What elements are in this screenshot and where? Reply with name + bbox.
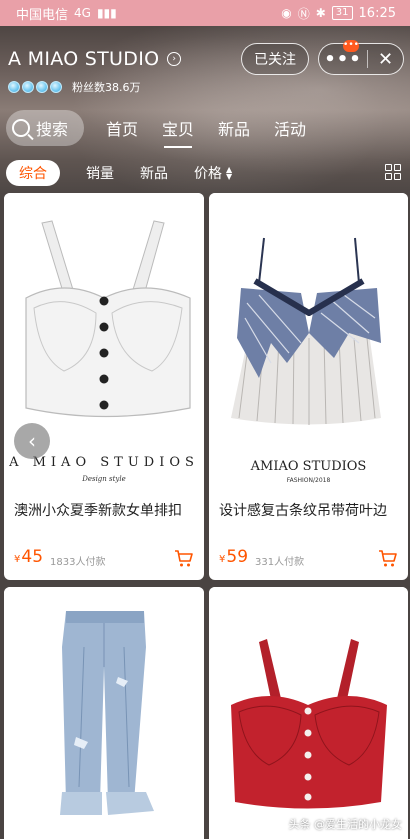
tab-products[interactable]: 宝贝 <box>162 116 194 148</box>
sold-count: 331人付款 <box>255 557 305 568</box>
tab-new[interactable]: 新品 <box>218 116 250 140</box>
filter-price[interactable]: 价格 ▲ ▼ <box>194 163 232 183</box>
diamond-icon <box>36 81 48 93</box>
previous-button[interactable]: ‹ <box>14 423 50 459</box>
brand-subtitle: Design style <box>82 475 126 483</box>
product-card[interactable] <box>209 587 408 839</box>
filter-bar: 综合 销量 新品 价格 ▲ ▼ <box>0 158 410 188</box>
tab-home[interactable]: 首页 <box>106 116 138 140</box>
currency-symbol: ¥ <box>219 554 226 565</box>
product-price: ¥ 59 <box>219 547 248 567</box>
store-name: A MIAO STUDIO <box>8 48 160 70</box>
status-bar: 中国电信 4G ▮▮▮ ◉ Ⓝ ✱ 31 16:25 <box>0 0 410 26</box>
network-label: 4G <box>74 6 91 20</box>
filter-new-label: 新品 <box>140 166 168 182</box>
signal-icon: ▮▮▮ <box>96 6 117 20</box>
cart-icon[interactable] <box>174 548 194 568</box>
filter-sales-label: 销量 <box>86 166 114 182</box>
search-button[interactable]: 搜索 <box>6 110 84 146</box>
grid-view-icon[interactable] <box>385 164 401 180</box>
diamond-icon <box>22 81 34 93</box>
more-button[interactable]: ••• <box>319 49 367 70</box>
diamond-icon <box>8 81 20 93</box>
product-image <box>4 587 204 839</box>
product-title: 澳洲小众夏季新款女单排扣 <box>14 503 182 519</box>
follow-button[interactable]: 已关注 <box>241 43 309 75</box>
product-image <box>209 193 408 493</box>
store-name-link[interactable]: A MIAO STUDIO › <box>8 48 182 70</box>
search-icon <box>12 119 30 137</box>
carrier-label: 中国电信 <box>16 7 69 23</box>
product-title: 设计感复古条纹吊带荷叶边 <box>219 503 387 519</box>
notification-badge: ••• <box>343 40 359 52</box>
sort-arrows-icon: ▲ ▼ <box>226 165 233 181</box>
bluetooth-icon: ✱ <box>315 6 326 20</box>
price-value: 45 <box>21 547 44 567</box>
clock: 16:25 <box>358 5 396 21</box>
watermark: 头条 @爱生活的小龙女 <box>266 816 403 832</box>
store-tabs: 搜索 首页 宝贝 新品 活动 <box>0 108 410 148</box>
cart-icon[interactable] <box>378 548 398 568</box>
close-button[interactable]: ✕ <box>368 49 403 70</box>
filter-new[interactable]: 新品 <box>140 163 168 183</box>
toutiao-logo-icon <box>266 817 285 831</box>
capsule-menu: ••• ✕ <box>318 43 404 75</box>
battery-icon: 31 <box>331 6 353 20</box>
eye-icon: ◉ <box>281 6 292 20</box>
nfc-icon: Ⓝ <box>297 6 310 21</box>
filter-overall[interactable]: 综合 <box>6 160 60 186</box>
brand-subtitle: FASHION/2018 <box>286 477 331 484</box>
chevron-left-icon: ‹ <box>28 429 36 453</box>
currency-symbol: ¥ <box>14 554 21 565</box>
watermark-text: 头条 @爱生活的小龙女 <box>288 818 403 831</box>
price-value: 59 <box>226 547 249 567</box>
fans-count: 粉丝数38.6万 <box>72 81 141 94</box>
store-rating: 粉丝数38.6万 <box>8 79 141 95</box>
product-image <box>209 587 408 839</box>
chevron-right-icon: › <box>167 52 182 66</box>
product-card[interactable]: A MIAO STUDIOS Design style 澳洲小众夏季新款女单排扣… <box>4 193 204 580</box>
tab-events[interactable]: 活动 <box>274 116 306 140</box>
store-header: A MIAO STUDIO › 粉丝数38.6万 已关注 ••• ••• ✕ <box>0 40 410 100</box>
diamond-icon <box>50 81 62 93</box>
sold-count: 1833人付款 <box>50 557 106 568</box>
filter-price-label: 价格 <box>194 166 222 182</box>
product-card[interactable]: AMIAO STUDIOS FASHION/2018 设计感复古条纹吊带荷叶边 … <box>209 193 408 580</box>
filter-sales[interactable]: 销量 <box>86 163 114 183</box>
product-price: ¥ 45 <box>14 547 43 567</box>
brand-text: AMIAO STUDIOS <box>250 459 367 474</box>
product-card[interactable] <box>4 587 204 839</box>
search-label: 搜索 <box>36 120 69 139</box>
